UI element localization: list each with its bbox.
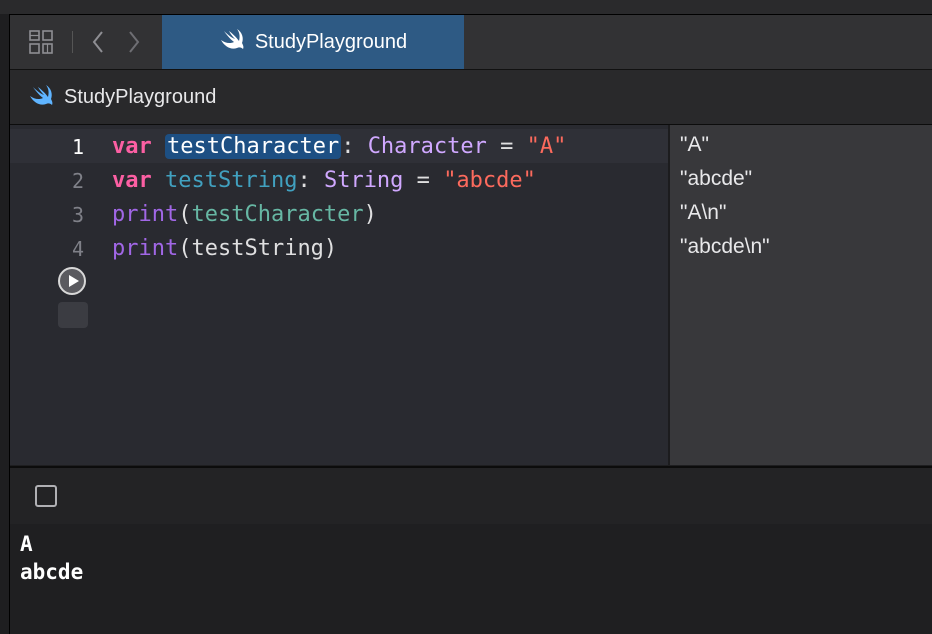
code-text[interactable]: var testCharacter: Character = "A" bbox=[112, 134, 566, 159]
code-token: ( bbox=[178, 202, 192, 227]
code-token: var bbox=[112, 168, 152, 193]
code-editor[interactable]: 1 var testCharacter: Character = "A" 2 v… bbox=[10, 125, 668, 465]
toolbar-divider bbox=[72, 31, 73, 53]
code-token: Character bbox=[367, 134, 487, 159]
code-line[interactable]: 4 print(testString) bbox=[10, 231, 668, 265]
result-value[interactable]: "abcde\n" bbox=[680, 235, 770, 259]
results-sidebar: "A" "abcde" "A\n" "abcde\n" bbox=[668, 125, 932, 465]
debug-bar bbox=[10, 466, 932, 526]
tab-label: StudyPlayground bbox=[254, 30, 408, 53]
line-number: 1 bbox=[71, 135, 84, 159]
chevron-left-icon[interactable] bbox=[86, 29, 110, 55]
code-text[interactable]: var testString: String = "abcde" bbox=[112, 168, 536, 193]
code-line[interactable]: 1 var testCharacter: Character = "A" bbox=[10, 129, 668, 163]
result-value[interactable]: "abcde" bbox=[680, 167, 752, 191]
code-line[interactable]: 2 var testString: String = "abcde" bbox=[10, 163, 668, 197]
result-value[interactable]: "A\n" bbox=[680, 201, 726, 225]
tab-studyplayground[interactable]: StudyPlayground bbox=[162, 15, 464, 69]
code-token: : bbox=[341, 134, 368, 159]
code-token: print bbox=[112, 202, 179, 227]
code-token: String bbox=[323, 168, 404, 193]
console-line: A bbox=[20, 532, 33, 556]
swift-icon bbox=[219, 28, 245, 56]
jump-bar-file-name[interactable]: StudyPlayground bbox=[64, 86, 216, 109]
console-line: abcde bbox=[20, 560, 84, 584]
code-token: testCharacter bbox=[191, 202, 364, 227]
line-number: 2 bbox=[71, 169, 84, 193]
code-text[interactable]: print(testCharacter) bbox=[112, 202, 377, 227]
run-line-placeholder[interactable] bbox=[58, 302, 88, 328]
line-number: 4 bbox=[71, 237, 84, 261]
code-token: (testString) bbox=[178, 236, 338, 261]
xcode-playground-window: StudyPlayground StudyPlayground 1 var te… bbox=[0, 0, 932, 634]
code-token: "A" bbox=[526, 134, 567, 159]
code-token: testString bbox=[165, 168, 298, 193]
code-text[interactable]: print(testString) bbox=[112, 236, 337, 261]
result-value[interactable]: "A" bbox=[680, 133, 709, 157]
line-number: 3 bbox=[71, 203, 84, 227]
code-token: "abcde" bbox=[443, 168, 536, 193]
chevron-right-icon[interactable] bbox=[122, 29, 146, 55]
code-token: : bbox=[297, 168, 324, 193]
code-token: = bbox=[486, 134, 527, 159]
jump-bar: StudyPlayground bbox=[10, 70, 932, 125]
navigator-edge bbox=[0, 14, 10, 634]
grid-icon[interactable] bbox=[26, 29, 56, 55]
swift-icon bbox=[28, 84, 54, 111]
play-icon[interactable] bbox=[58, 267, 86, 295]
square-icon[interactable] bbox=[35, 485, 57, 507]
code-token: print bbox=[112, 236, 179, 261]
code-token: = bbox=[403, 168, 444, 193]
code-token: testCharacter bbox=[165, 134, 342, 159]
code-token: var bbox=[112, 134, 152, 159]
code-line[interactable]: 3 print(testCharacter) bbox=[10, 197, 668, 231]
code-token: ) bbox=[363, 202, 377, 227]
tab-bar: StudyPlayground bbox=[10, 15, 932, 70]
console-output: A abcde bbox=[10, 524, 932, 634]
window-top-strip bbox=[0, 0, 932, 15]
